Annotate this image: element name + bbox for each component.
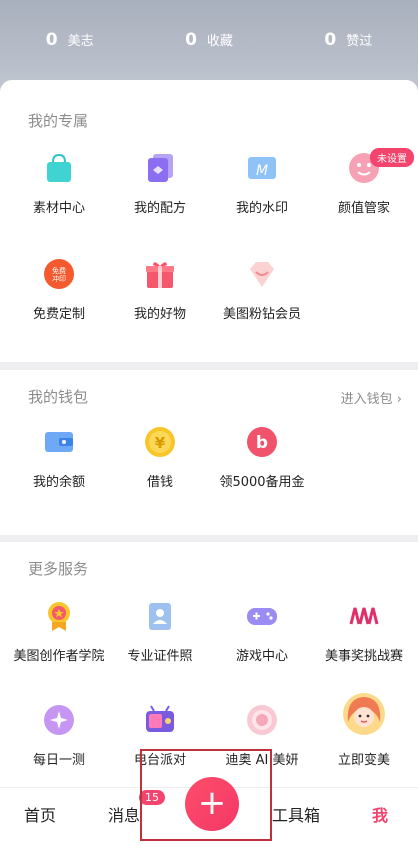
stat-meizhi[interactable]: 0 美志 xyxy=(0,30,139,50)
more-services-section: 更多服务 美图创作者学院 专业证件照 游戏中心 美事奖挑战赛 每日一测 电台派对… xyxy=(0,542,418,787)
reserve-fund-item[interactable]: b 领5000备用金 xyxy=(202,426,322,490)
id-photo-icon xyxy=(144,600,176,632)
section-title: 我的钱包 xyxy=(28,388,89,406)
nav-toolbox[interactable]: 工具箱 xyxy=(272,802,320,826)
yen-coin-icon: ¥ xyxy=(144,426,176,458)
item-label: 领5000备用金 xyxy=(219,475,305,490)
nav-home[interactable]: 首页 xyxy=(24,802,56,826)
section-title: 更多服务 xyxy=(28,560,89,578)
wallet-section: 我的钱包 进入钱包 › 我的余额 ¥ 借钱 b 领5000备用金 xyxy=(0,370,418,535)
enter-wallet-link[interactable]: 进入钱包 › xyxy=(341,388,402,407)
sparkle-icon xyxy=(43,704,75,736)
create-plus-button[interactable]: + xyxy=(185,777,239,831)
stat-count: 0 xyxy=(324,30,337,50)
diamond-icon xyxy=(246,258,278,290)
not-set-badge: 未设置 xyxy=(370,148,414,167)
nav-me[interactable]: 我 xyxy=(372,802,388,826)
pink-diamond-vip-item[interactable]: 美图粉钻会员 xyxy=(202,258,322,322)
b-coin-icon: b xyxy=(246,426,278,458)
layers-icon xyxy=(144,152,176,184)
message-count-badge: 15 xyxy=(139,790,165,805)
stat-label: 美志 xyxy=(67,34,94,49)
shopping-bag-icon xyxy=(43,152,75,184)
stat-label: 赞过 xyxy=(346,34,373,49)
dior-icon xyxy=(246,704,278,736)
stat-favorites[interactable]: 0 收藏 xyxy=(139,30,278,50)
avatar-girl-icon xyxy=(342,692,386,736)
beautify-now-item[interactable]: 立即变美 xyxy=(304,692,418,768)
item-label: 颜值管家 xyxy=(337,201,390,216)
item-label: 美事奖挑战赛 xyxy=(324,649,403,664)
award-challenge-item[interactable]: 美事奖挑战赛 xyxy=(304,600,418,664)
stat-likes[interactable]: 0 赞过 xyxy=(279,30,418,50)
gift-box-icon xyxy=(144,258,176,290)
stat-count: 0 xyxy=(45,30,58,50)
gamepad-icon xyxy=(246,600,278,632)
svg-text:b: b xyxy=(256,433,268,453)
exclusive-section: 我的专属 素材中心 我的配方 M 我的水印 颜值管家 免费 冲印 免费定制 我的好… xyxy=(0,80,418,362)
wallet-icon xyxy=(43,426,75,458)
svg-text:免费: 免费 xyxy=(52,266,66,275)
award-logo-icon xyxy=(348,600,380,632)
stat-label: 收藏 xyxy=(206,34,233,49)
medal-icon xyxy=(43,600,75,632)
item-label: 立即变美 xyxy=(337,753,390,768)
nav-messages[interactable]: 消息 xyxy=(108,802,140,826)
svg-text:M: M xyxy=(256,163,268,179)
svg-text:¥: ¥ xyxy=(155,434,166,452)
stats-row: 0 美志 0 收藏 0 赞过 xyxy=(0,30,418,50)
section-title: 我的专属 xyxy=(28,112,89,130)
svg-text:冲印: 冲印 xyxy=(52,274,66,283)
watermark-icon: M xyxy=(246,152,278,184)
stat-count: 0 xyxy=(185,30,197,50)
free-print-icon: 免费 冲印 xyxy=(43,258,75,290)
item-label: 美图粉钻会员 xyxy=(222,307,301,322)
radio-icon xyxy=(144,704,176,736)
